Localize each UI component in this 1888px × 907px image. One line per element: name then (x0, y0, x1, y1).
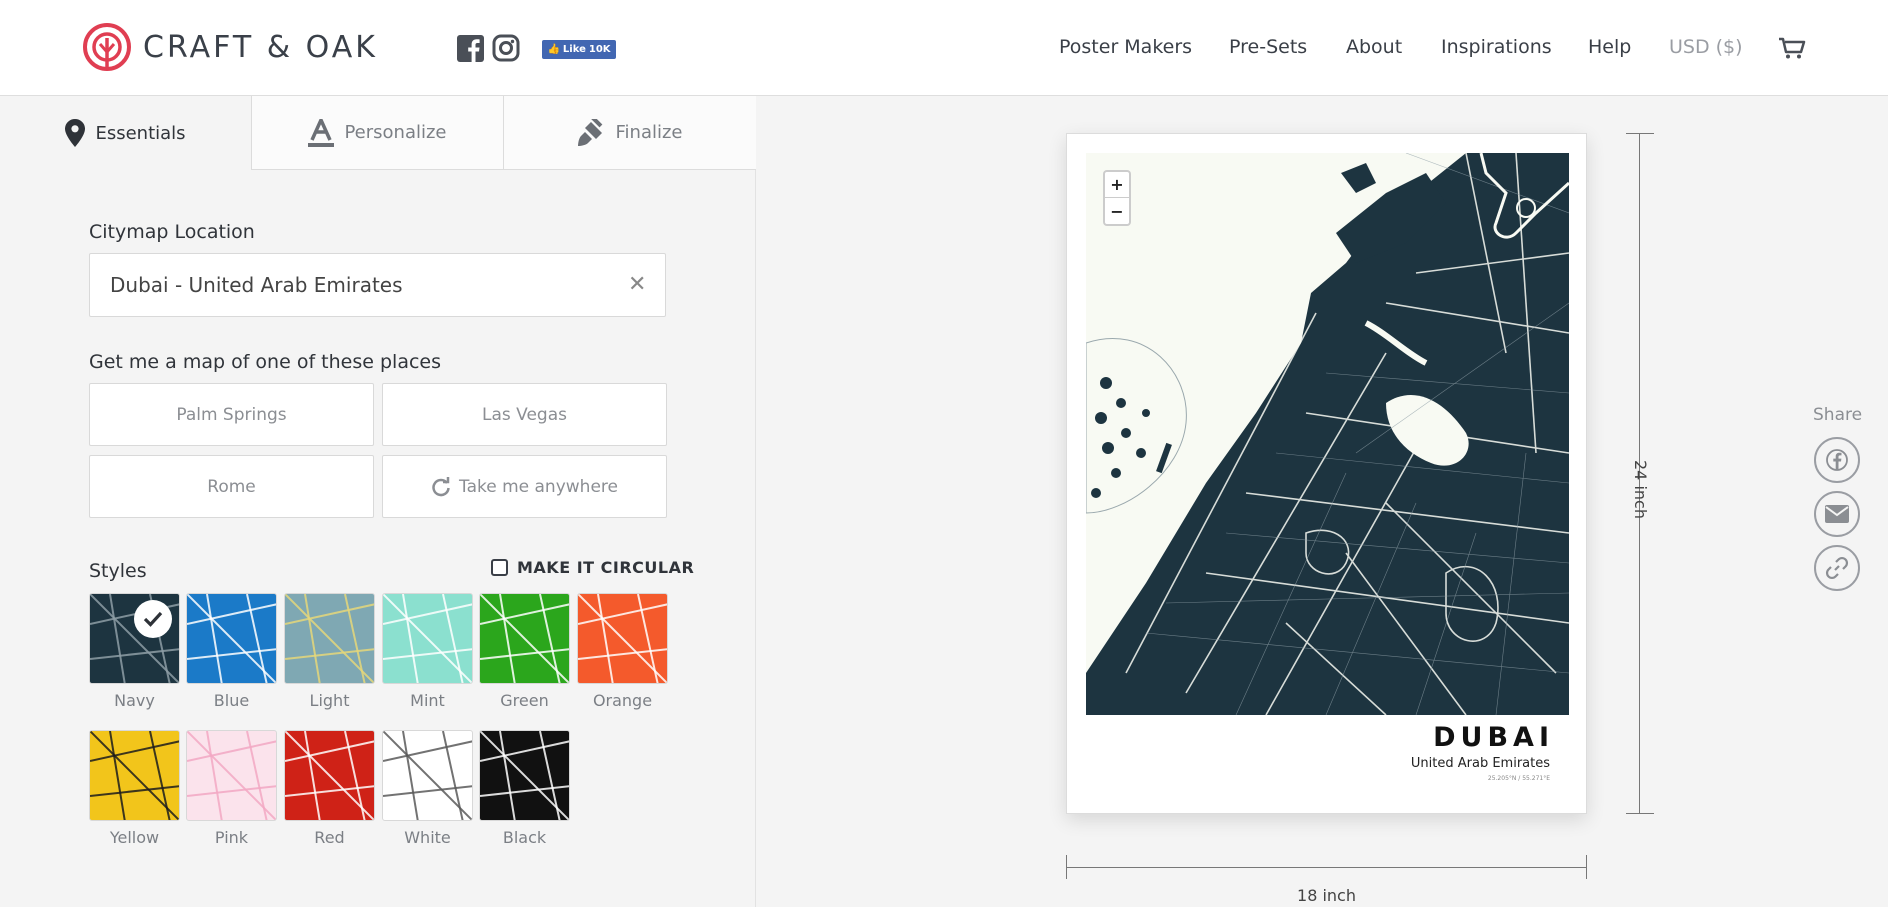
swatch-map-pattern (285, 594, 374, 683)
place-label: Las Vegas (482, 404, 567, 425)
map-canvas[interactable]: + − (1086, 153, 1569, 715)
editor-tabs: Essentials Personalize Finalize (0, 96, 756, 170)
style-swatch-label: Navy (114, 691, 155, 710)
nav-poster-makers[interactable]: Poster Makers (1059, 36, 1192, 60)
place-label: Take me anywhere (459, 476, 618, 497)
clear-icon[interactable]: ✕ (628, 274, 646, 296)
nav-pre-sets[interactable]: Pre-Sets (1229, 36, 1307, 60)
tab-finalize-label: Finalize (615, 122, 683, 143)
place-las-vegas-button[interactable]: Las Vegas (382, 383, 667, 446)
site-header: CRAFT & OAK 👍 Like 10K Poster Makers Pre… (0, 0, 1888, 96)
nav-help[interactable]: Help (1588, 36, 1631, 60)
paintbrush-icon (578, 118, 603, 146)
city-map (1086, 153, 1569, 715)
style-swatch-red[interactable] (284, 730, 375, 821)
tab-personalize[interactable]: Personalize (251, 96, 503, 170)
like-label: Like (562, 44, 586, 55)
style-swatch-black[interactable] (479, 730, 570, 821)
circular-label[interactable]: MAKE IT CIRCULAR (517, 558, 694, 577)
style-swatch-navy[interactable] (89, 593, 180, 684)
swatch-map-pattern (187, 594, 276, 683)
swatch-map-pattern (383, 731, 472, 820)
share-email-button[interactable] (1814, 491, 1860, 537)
location-search-input[interactable]: Dubai - United Arab Emirates (89, 253, 666, 317)
tab-finalize[interactable]: Finalize (503, 96, 756, 170)
swatch-map-pattern (480, 731, 569, 820)
place-palm-springs-button[interactable]: Palm Springs (89, 383, 374, 446)
style-swatch-orange[interactable] (577, 593, 668, 684)
swatch-map-pattern (90, 731, 179, 820)
facebook-like-button[interactable]: 👍 Like 10K (542, 40, 616, 59)
selected-check-icon (134, 600, 172, 638)
styles-label: Styles (89, 560, 147, 582)
place-rome-button[interactable]: Rome (89, 455, 374, 518)
style-swatch-yellow[interactable] (89, 730, 180, 821)
swatch-map-pattern (285, 731, 374, 820)
style-swatch-label: Yellow (109, 828, 160, 847)
style-swatch-label: Green (500, 691, 549, 710)
style-swatch-pink[interactable] (186, 730, 277, 821)
map-zoom-control: + − (1103, 170, 1131, 226)
zoom-out-button[interactable]: − (1105, 198, 1129, 224)
poster-coordinates: 25.205°N / 55.271°E (1487, 775, 1550, 782)
email-icon (1825, 505, 1849, 523)
refresh-icon (432, 476, 450, 496)
brand-logo[interactable]: CRAFT & OAK (82, 22, 378, 72)
share-link-button[interactable] (1814, 545, 1860, 591)
social-links (457, 34, 520, 62)
instagram-icon[interactable] (492, 34, 520, 62)
style-swatch-blue[interactable] (186, 593, 277, 684)
map-pin-icon (65, 119, 86, 147)
share-label: Share (1813, 405, 1863, 425)
style-swatch-mint[interactable] (382, 593, 473, 684)
brand-name: CRAFT & OAK (143, 29, 378, 65)
style-swatch-label: Pink (214, 828, 249, 847)
currency-selector[interactable]: USD ($) (1669, 36, 1743, 60)
width-label: 18 inch (1297, 886, 1356, 905)
like-count: 10K (588, 44, 611, 55)
width-ruler (1066, 855, 1587, 879)
facebook-icon[interactable] (457, 34, 484, 62)
cart-icon[interactable] (1778, 36, 1806, 60)
text-format-icon (308, 118, 335, 147)
poster-city-title: DUBAI (1433, 722, 1554, 753)
style-swatch-label: Blue (213, 691, 250, 710)
style-swatch-label: White (404, 828, 451, 847)
swatch-map-pattern (480, 594, 569, 683)
style-swatch-light[interactable] (284, 593, 375, 684)
zoom-in-button[interactable]: + (1105, 172, 1129, 198)
swatch-map-pattern (187, 731, 276, 820)
tab-essentials[interactable]: Essentials (0, 96, 251, 170)
citymap-location-label: Citymap Location (89, 221, 255, 243)
place-label: Palm Springs (176, 404, 287, 425)
link-icon (1825, 556, 1849, 580)
tab-essentials-label: Essentials (95, 122, 186, 144)
places-label: Get me a map of one of these places (89, 351, 442, 373)
circular-checkbox[interactable] (491, 559, 508, 576)
swatch-map-pattern (383, 594, 472, 683)
nav-about[interactable]: About (1346, 36, 1402, 60)
take-me-anywhere-button[interactable]: Take me anywhere (382, 455, 667, 518)
oak-logo-icon (83, 23, 131, 71)
style-swatch-label: Black (502, 828, 547, 847)
style-swatch-label: Orange (592, 691, 653, 710)
facebook-icon (1826, 449, 1848, 471)
tab-personalize-label: Personalize (344, 122, 447, 143)
poster-country-subtitle: United Arab Emirates (1410, 756, 1550, 771)
place-label: Rome (207, 476, 256, 497)
style-swatch-white[interactable] (382, 730, 473, 821)
style-swatch-label: Red (314, 828, 345, 847)
share-facebook-button[interactable] (1814, 437, 1860, 483)
swatch-map-pattern (578, 594, 667, 683)
thumbs-up-icon: 👍 (547, 44, 560, 55)
nav-inspirations[interactable]: Inspirations (1441, 36, 1552, 60)
style-swatch-green[interactable] (479, 593, 570, 684)
style-swatch-label: Light (309, 691, 350, 710)
poster-preview: + − DUBAI United Arab Emirates 25.205°N … (1066, 133, 1587, 814)
location-value: Dubai - United Arab Emirates (110, 273, 403, 297)
height-label: 24 inch (1631, 460, 1650, 519)
style-swatch-label: Mint (410, 691, 445, 710)
